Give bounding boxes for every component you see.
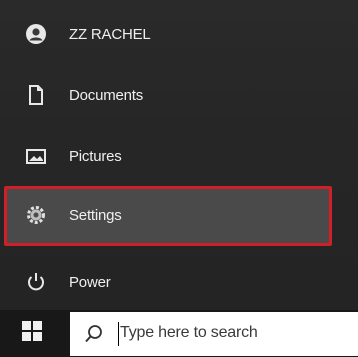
- user-name-label: ZZ RACHEL: [69, 25, 151, 43]
- document-icon: [25, 84, 47, 106]
- search-input[interactable]: Type here to search: [70, 312, 358, 356]
- search-icon: [84, 324, 104, 344]
- user-avatar-icon: [25, 23, 47, 45]
- pictures-icon: [25, 145, 47, 167]
- start-menu: ZZ RACHEL Documents Pictures Settings Po…: [0, 0, 358, 310]
- pictures-label: Pictures: [69, 147, 122, 165]
- documents-label: Documents: [69, 86, 144, 104]
- sidebar-item-power[interactable]: Power: [0, 253, 358, 311]
- power-label: Power: [69, 273, 111, 291]
- user-account-item[interactable]: ZZ RACHEL: [0, 5, 358, 63]
- sidebar-item-pictures[interactable]: Pictures: [0, 127, 358, 185]
- power-icon: [25, 271, 47, 293]
- start-button[interactable]: [0, 310, 64, 357]
- sidebar-item-documents[interactable]: Documents: [0, 66, 358, 124]
- taskbar: Type here to search: [0, 310, 358, 357]
- settings-label: Settings: [69, 206, 122, 224]
- sidebar-item-settings[interactable]: Settings: [0, 186, 358, 244]
- text-caret: [118, 322, 119, 346]
- windows-logo-icon: [22, 321, 42, 346]
- gear-icon: [25, 204, 47, 226]
- search-placeholder: Type here to search: [120, 324, 258, 341]
